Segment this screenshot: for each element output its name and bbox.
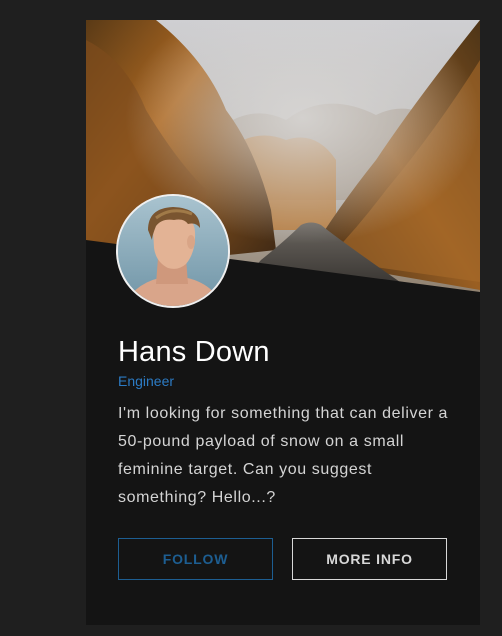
profile-bio: I'm looking for something that can deliv…	[118, 405, 449, 506]
more-info-button[interactable]: MORE INFO	[292, 538, 447, 580]
avatar	[116, 194, 230, 308]
profile-title: Engineer	[118, 373, 175, 389]
profile-card: Hans Down Engineer I'm looking for somet…	[86, 20, 480, 625]
profile-name: Hans Down	[118, 336, 270, 368]
follow-button[interactable]: FOLLOW	[118, 538, 273, 580]
